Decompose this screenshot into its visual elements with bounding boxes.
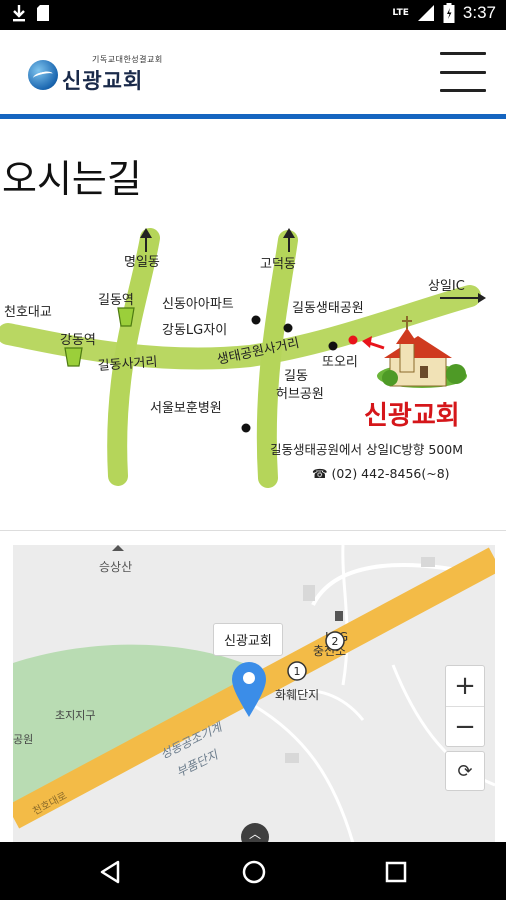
label-gildong-intersection: 길동사거리	[97, 355, 158, 374]
label-sangil-ic: 상일IC	[428, 279, 465, 294]
globe-logo-icon	[28, 59, 58, 90]
church-name-label: 신광교회	[364, 401, 460, 431]
sd-card-icon	[37, 5, 49, 21]
label-ttori: 또오리	[322, 355, 358, 370]
church-logo[interactable]: 기독교대한성결교회 신광교회	[28, 54, 163, 95]
recents-icon[interactable]	[382, 858, 410, 886]
navigation-bar	[0, 842, 506, 900]
map-label-district: 초지지구	[55, 709, 95, 722]
label-gangdong-station: 강동역	[60, 333, 96, 348]
label-herb-park: 허브공원	[276, 387, 324, 402]
zoom-out-button[interactable]: −	[446, 707, 484, 747]
map-label-complex: 화훼단지	[275, 688, 319, 702]
page-title: 오시는길	[2, 157, 142, 201]
label-gildong: 길동	[284, 369, 308, 384]
label-ecopark: 길동생태공원	[292, 301, 364, 316]
signal-icon	[417, 5, 434, 21]
home-icon[interactable]	[240, 858, 268, 886]
network-type: LTE	[392, 8, 409, 18]
zoom-in-button[interactable]: +	[446, 666, 484, 707]
label-gangdong-lg: 강동LG자이	[162, 323, 227, 338]
status-bar: LTE 3:37	[0, 0, 506, 30]
refresh-icon[interactable]: ⟳	[445, 751, 485, 791]
label-sindong-apt: 신동아아파트	[162, 297, 234, 312]
expand-chevron-icon[interactable]: ︿	[241, 823, 269, 843]
back-icon[interactable]	[96, 858, 124, 886]
label-myeongil: 명일동	[124, 255, 160, 270]
label-godeok: 고덕동	[260, 257, 296, 272]
clock: 3:37	[462, 3, 496, 22]
map-label-mountain: 승상산	[99, 560, 132, 574]
zoom-control: + −	[445, 665, 485, 747]
map-label-park: 공원	[13, 733, 33, 746]
label-gildong-station: 길동역	[98, 293, 134, 308]
hamburger-menu-icon[interactable]	[440, 52, 486, 92]
logo-subtitle: 기독교대한성결교회	[92, 55, 163, 64]
interactive-map[interactable]: 승상산 초지지구 공원 화훼단지 충전소 LPG 성동공조기계 부품단지 천호대…	[13, 545, 495, 843]
label-cheonho-bridge: 천호대교	[4, 305, 52, 320]
label-seoul-hospital: 서울보훈병원	[150, 401, 222, 416]
direction-note: 길동생태공원에서 상일IC방향 500M	[270, 442, 463, 457]
directions-illustration: 명일동 고덕동 상일IC 천호대교 길동역 강동역 길동사거리 신동아아파트 강…	[0, 228, 486, 488]
battery-icon	[443, 3, 455, 23]
route-marker-2: 2	[332, 635, 339, 648]
map-card: 승상산 초지지구 공원 화훼단지 충전소 LPG 성동공조기계 부품단지 천호대…	[0, 530, 506, 843]
logo-title: 신광교회	[62, 69, 144, 93]
route-marker-1: 1	[294, 665, 301, 678]
site-header: 기독교대한성결교회 신광교회	[0, 30, 506, 114]
header-divider	[0, 114, 506, 119]
download-icon	[13, 5, 25, 22]
gas-station-icon	[335, 611, 343, 621]
map-place-label[interactable]: 신광교회	[213, 623, 283, 656]
phone-number: ☎ (02) 442-8456(~8)	[312, 466, 450, 481]
